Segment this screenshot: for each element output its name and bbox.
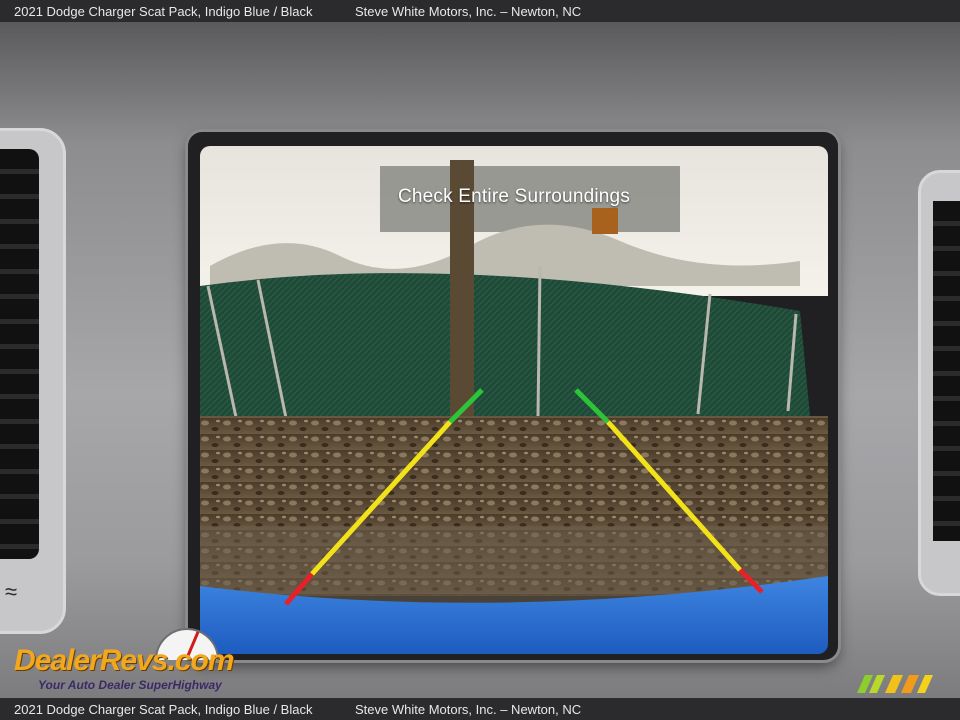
airflow-icon: ≈ [5, 579, 18, 604]
dealer-watermark: DealerRevs.com Your Auto Dealer SuperHig… [12, 624, 272, 694]
backup-camera-display: Check Entire Surroundings [200, 146, 828, 654]
wmm-logo-icon [857, 675, 933, 693]
dealer-caption: Steve White Motors, Inc. – Newton, NC [355, 701, 582, 717]
camera-view [200, 146, 828, 654]
vehicle-caption: 2021 Dodge Charger Scat Pack, Indigo Blu… [14, 3, 313, 19]
vehicle-caption: 2021 Dodge Charger Scat Pack, Indigo Blu… [14, 701, 313, 717]
right-air-vent [918, 170, 960, 596]
vent-slats [0, 149, 39, 559]
bottom-caption-bar: 2021 Dodge Charger Scat Pack, Indigo Blu… [0, 698, 960, 720]
camera-warning-text: Check Entire Surroundings [397, 186, 631, 207]
left-air-vent: ≈ [0, 128, 66, 634]
watermark-brand: DealerRevs.com [14, 644, 234, 677]
vent-slats [933, 201, 960, 541]
watermark-tagline: Your Auto Dealer SuperHighway [38, 678, 222, 692]
top-caption-bar: 2021 Dodge Charger Scat Pack, Indigo Blu… [0, 0, 960, 22]
dealer-caption: Steve White Motors, Inc. – Newton, NC [355, 3, 582, 19]
fence-post [536, 265, 542, 417]
utility-box [592, 208, 618, 234]
